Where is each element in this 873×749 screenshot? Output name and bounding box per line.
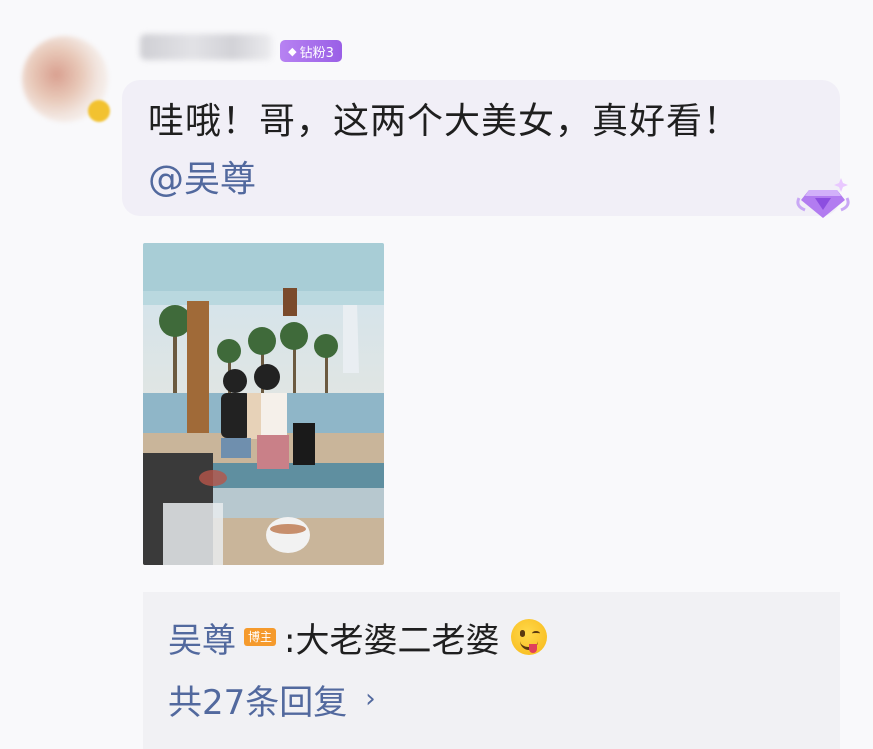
view-all-replies-link[interactable]: 共27条回复 › <box>168 674 376 724</box>
zany-face-emoji-icon <box>511 619 548 655</box>
comment-photo[interactable] <box>143 243 384 565</box>
diamond-decoration-icon <box>796 178 850 218</box>
reply-text: :大老婆二老婆 <box>284 620 500 661</box>
diamond-icon: ◆ <box>288 44 297 58</box>
username-blurred[interactable] <box>140 34 272 60</box>
host-badge: 博主 <box>244 628 277 646</box>
replies-count-label: 共27条回复 <box>168 682 348 723</box>
comment-text: 哇哦！哥，这两个大美女，真好看！ <box>148 101 741 142</box>
reply-author[interactable]: 吴尊 <box>168 613 236 662</box>
reply-item[interactable]: 吴尊 博主 :大老婆二老婆 <box>168 612 548 662</box>
chevron-right-icon: › <box>365 684 376 714</box>
fan-level-badge: ◆ 钻粉3 <box>280 40 342 62</box>
avatar-verified-badge <box>88 100 110 122</box>
mention-link[interactable]: @吴尊 <box>148 152 256 208</box>
fan-badge-label: 钻粉3 <box>299 45 334 61</box>
